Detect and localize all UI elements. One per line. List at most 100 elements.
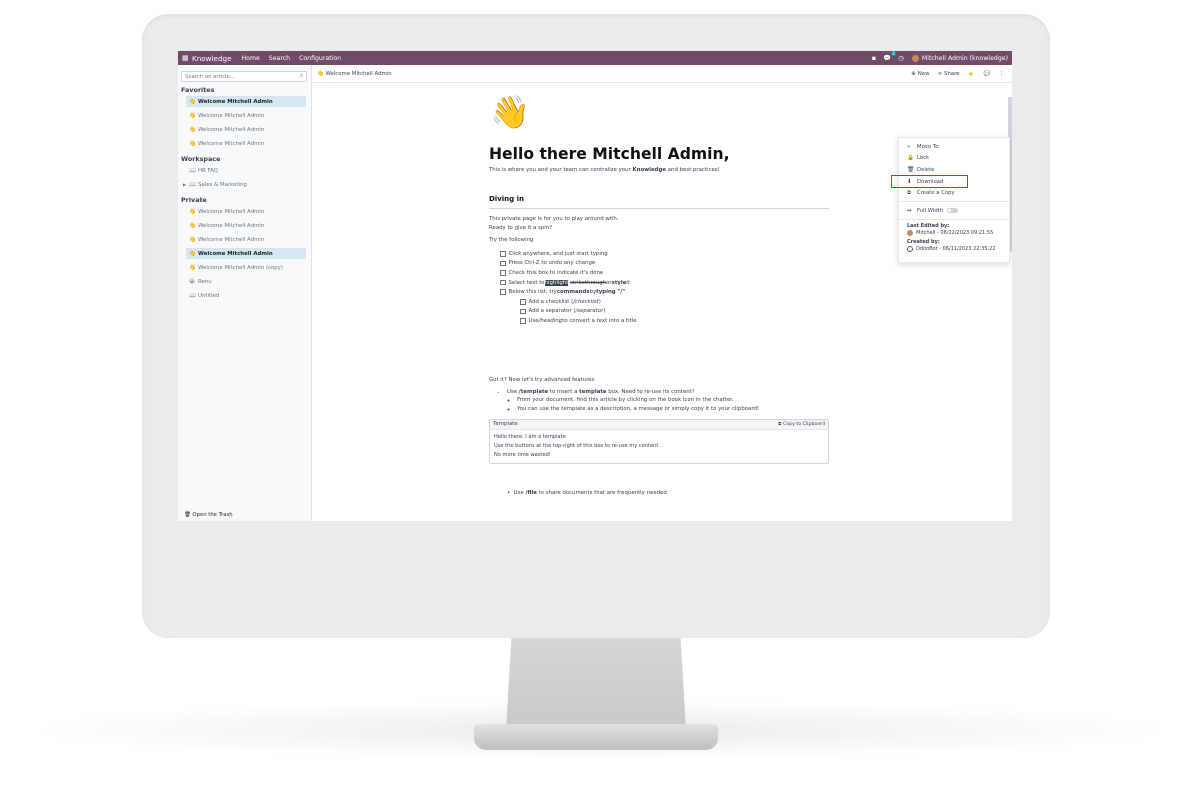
checklist-label: Click anywhere, and just start typing	[508, 250, 608, 257]
section-heading: Diving in	[489, 195, 829, 209]
app-name[interactable]: Knowledge	[192, 54, 232, 63]
open-trash-button[interactable]: 🗑 Open the Trash	[184, 512, 233, 518]
sidebar-item-sales-marketing[interactable]: ▶ 📖 Sales & Marketing	[183, 179, 306, 190]
sidebar-item-private[interactable]: 👋 Welcome Mitchell Admin	[186, 206, 306, 217]
delete-menu-item[interactable]: 🗑 Delete	[899, 164, 1009, 176]
checkbox[interactable]	[500, 289, 506, 295]
clock-icon[interactable]: ◷	[898, 54, 904, 62]
search-placeholder: Search an article...	[185, 73, 235, 80]
checklist-subitem[interactable]: Add a checklist (/checklist)	[520, 297, 829, 307]
move-to-menu-item[interactable]: » Move To	[899, 141, 1009, 153]
checklist-item[interactable]: Check this box to indicate it's done	[500, 268, 829, 278]
checklist-item[interactable]: Below this list, try commands by typing …	[500, 287, 829, 297]
article-topbar: 👋 Welcome Mitchell Admin ⊕ New ⋖ Share ★ 💬…	[312, 65, 1012, 83]
sidebar-item-private-active[interactable]: 👋 Welcome Mitchell Admin	[186, 248, 306, 259]
copy-icon: ⧉	[778, 422, 782, 428]
checkbox[interactable]	[500, 260, 506, 267]
breadcrumb[interactable]: 👋 Welcome Mitchell Admin	[317, 71, 911, 77]
checklist-item[interactable]: Click anywhere, and just start typing	[500, 249, 829, 259]
plus-icon: ⊕	[911, 70, 916, 77]
copy-label: Copy to Clipboard	[783, 422, 825, 428]
user-menu[interactable]: Mitchell Admin (knowledge)	[911, 54, 1008, 62]
checkbox[interactable]	[520, 318, 526, 324]
checklist-subitem[interactable]: Use /heading to convert a text into a ti…	[520, 316, 829, 326]
sidebar-item-private[interactable]: 👋 Welcome Mitchell Admin (copy)	[186, 262, 306, 273]
lock-menu-item[interactable]: 🔒 Lock	[899, 153, 1009, 165]
checklist-subitem[interactable]: Add a separator (/separator)	[520, 307, 829, 317]
sidebar-item-untitled[interactable]: 📖 Untitled	[186, 290, 306, 301]
bullet-list: Use /template to insert a template box. …	[507, 388, 829, 414]
share-button[interactable]: ⋖ Share	[938, 71, 960, 77]
try-label: Try the following	[489, 237, 534, 243]
sidebar-item-renu[interactable]: 😀 Renu	[186, 276, 306, 287]
bold-text: /file	[525, 489, 537, 496]
avatar	[907, 230, 913, 237]
star-icon[interactable]: ★	[968, 70, 974, 78]
chat-icon[interactable]: 💬 4	[883, 51, 897, 62]
checkbox[interactable]	[500, 279, 506, 286]
bold-text: typing "/"	[596, 289, 626, 296]
waving-hand-icon: 👋	[189, 208, 196, 215]
book-icon[interactable]: ▪	[872, 54, 876, 62]
italic-text: /separator	[575, 308, 604, 315]
sidebar-item-favorite[interactable]: 👋 Welcome Mitchell Admin	[186, 138, 306, 149]
book-icon: 📖	[189, 181, 196, 188]
waving-hand-icon: 👋	[189, 250, 196, 257]
more-options-dropdown: » Move To 🔒 Lock 🗑 Delete ⬇ Download ⧉ Create…	[891, 137, 1010, 263]
article-title[interactable]: Hello there Mitchell Admin,	[489, 145, 829, 163]
chat-badge: 4	[890, 51, 897, 56]
waving-hand-icon: 👋	[189, 236, 196, 243]
create-copy-menu-item[interactable]: ⧉ Create a Copy	[899, 187, 1009, 199]
menu-search[interactable]: Search	[269, 55, 290, 62]
menu-home[interactable]: Home	[242, 55, 260, 62]
new-button[interactable]: ⊕ New	[911, 71, 929, 77]
arrows-horizontal-icon: ↔	[907, 207, 912, 214]
user-name: Mitchell Admin (knowledge)	[921, 54, 1008, 62]
sidebar-item-favorite[interactable]: 👋 Welcome Mitchell Admin	[186, 96, 306, 107]
workspace-title: Workspace	[181, 155, 221, 163]
sidebar-item-label: Untitled	[198, 292, 220, 299]
waving-hand-icon: 👋	[189, 222, 196, 229]
full-width-toggle[interactable]: ↔ Full Width	[899, 205, 1009, 217]
bold-text: /template	[518, 388, 549, 395]
apps-grid-icon[interactable]: ▦	[182, 54, 192, 62]
sidebar-item-private[interactable]: 👋 Welcome Mitchell Admin	[186, 220, 306, 231]
menu-configuration[interactable]: Configuration	[299, 55, 341, 62]
article-content[interactable]: 👋 Hello there Mitchell Admin, This is wh…	[489, 93, 829, 496]
search-input[interactable]: Search an article... ⌕	[181, 71, 307, 82]
highlight-text: highlight	[544, 279, 569, 286]
article-emoji-icon[interactable]: 👋	[490, 93, 829, 131]
bullet-text: Use	[507, 388, 519, 395]
sidebar-item-label: Welcome Mitchell Admin	[198, 98, 273, 105]
sidebar-item-private[interactable]: 👋 Welcome Mitchell Admin	[186, 234, 306, 245]
sidebar-item-hr-faq[interactable]: 📖 HR FAQ	[186, 165, 306, 176]
menu-label: Download	[917, 178, 944, 185]
lead-bold: Knowledge	[632, 167, 667, 173]
template-body[interactable]: Hello there, I am a template Use the but…	[490, 430, 828, 463]
chatter-icon[interactable]: 💬	[984, 71, 991, 77]
sidebar-item-label: Welcome Mitchell Admin	[198, 126, 265, 133]
download-menu-item[interactable]: ⬇ Download	[891, 174, 968, 189]
checkbox[interactable]	[500, 270, 506, 276]
bullet-item: Use /template to insert a template box. …	[507, 388, 829, 414]
full-width-switch[interactable]	[947, 208, 959, 214]
template-title: Template	[493, 421, 518, 428]
lead-text-end: and best practices!	[666, 167, 720, 173]
more-options-icon[interactable]: ⋮	[999, 71, 1004, 77]
checklist-item[interactable]: Select text to highlight strikethrough o…	[500, 278, 829, 288]
checkbox[interactable]	[500, 251, 506, 257]
checkbox[interactable]	[520, 299, 526, 305]
article-lead: This is where you and your team can cent…	[489, 167, 829, 173]
menu-label: Full Width	[917, 207, 944, 214]
checklist-item[interactable]: Press Ctrl-Z to undo any change	[500, 259, 829, 269]
last-edited-text: Mitchell - 06/22/2023 09:21:55	[916, 230, 994, 237]
checkbox[interactable]	[520, 308, 526, 315]
sidebar-item-favorite[interactable]: 👋 Welcome Mitchell Admin	[186, 110, 306, 121]
sidebar-item-label: Sales & Marketing	[198, 181, 247, 188]
book-icon: 📖	[189, 167, 196, 174]
search-icon[interactable]: ⌕	[300, 73, 303, 80]
copy-icon: ⧉	[907, 189, 911, 196]
sidebar-item-favorite[interactable]: 👋 Welcome Mitchell Admin	[186, 124, 306, 135]
divider	[899, 200, 1009, 202]
copy-to-clipboard-button[interactable]: ⧉ Copy to Clipboard	[778, 421, 825, 427]
